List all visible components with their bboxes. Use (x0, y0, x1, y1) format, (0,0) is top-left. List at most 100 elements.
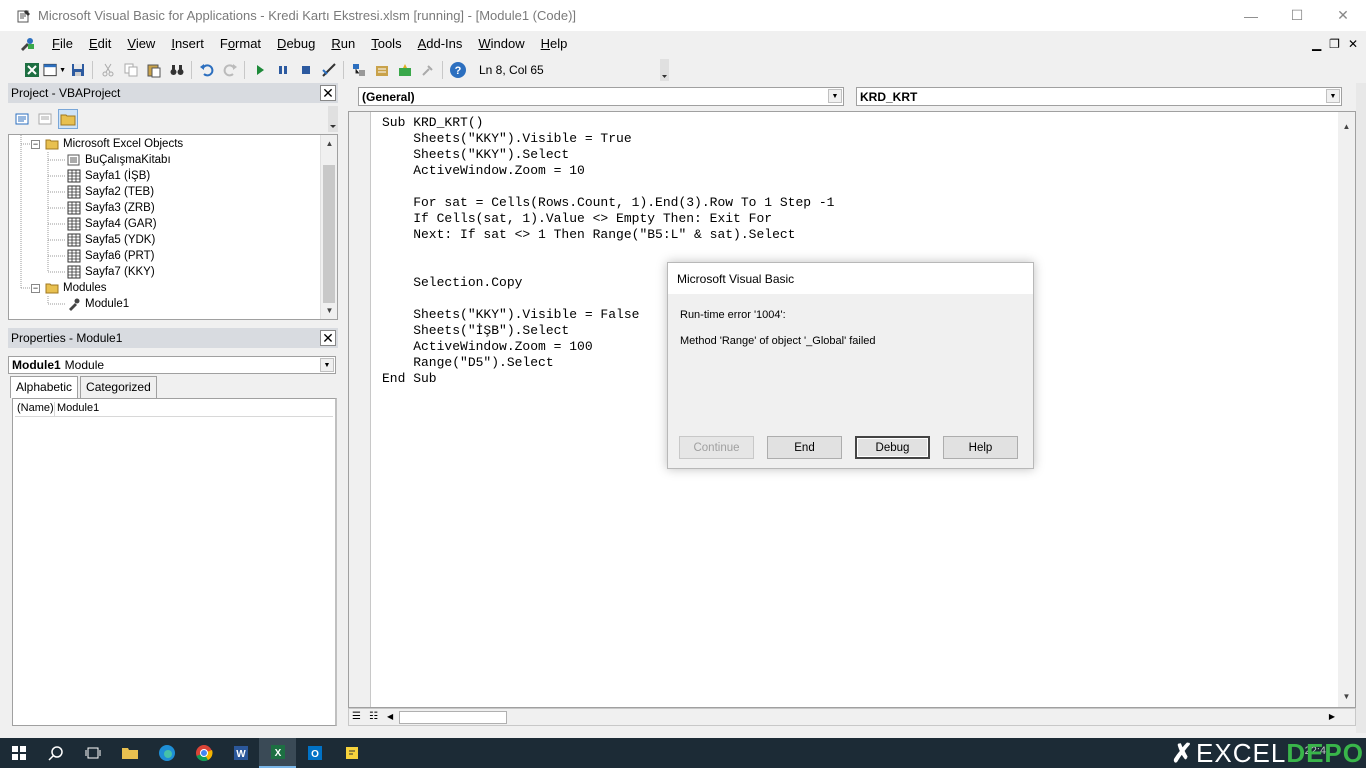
code-vertical-scrollbar[interactable]: ▲ ▼ (1338, 112, 1355, 707)
mdi-restore-button[interactable]: ❐ (1329, 37, 1340, 51)
file-explorer-button[interactable] (111, 738, 148, 768)
property-row[interactable]: (Name) Module1 (15, 402, 333, 417)
procedure-view-icon[interactable]: ☰ (352, 711, 361, 722)
code-line[interactable]: ActiveWindow.Zoom = 10 (382, 163, 834, 179)
code-line[interactable]: For sat = Cells(Rows.Count, 1).End(3).Ro… (382, 195, 834, 211)
project-explorer-button[interactable] (347, 59, 370, 81)
close-button[interactable]: ✕ (1320, 0, 1366, 31)
insert-module-button[interactable]: ▼ (43, 59, 66, 81)
paste-button[interactable] (142, 59, 165, 81)
code-line[interactable]: If Cells(sat, 1).Value <> Empty Then: Ex… (382, 211, 834, 227)
break-button[interactable] (271, 59, 294, 81)
menu-run[interactable]: Run (323, 31, 363, 57)
code-line[interactable]: Sheets("KKY").Select (382, 147, 834, 163)
code-horizontal-scrollbar[interactable]: ☰ ☷ ◀ ▶ (348, 708, 1356, 726)
help-button[interactable]: Help (943, 436, 1018, 459)
undo-button[interactable] (195, 59, 218, 81)
debug-button[interactable]: Debug (855, 436, 930, 459)
edge-button[interactable] (148, 738, 185, 768)
tree-item[interactable]: Sayfa7 (KKY) (67, 264, 155, 280)
copy-button[interactable] (119, 59, 142, 81)
mdi-minimize-button[interactable]: ▁ (1312, 37, 1321, 51)
cut-button[interactable] (96, 59, 119, 81)
toolbox-button[interactable] (416, 59, 439, 81)
pane-splitter[interactable] (340, 83, 348, 733)
scroll-down-icon[interactable]: ▼ (1338, 688, 1355, 705)
tree-item[interactable]: − Microsoft Excel Objects (31, 136, 183, 152)
search-button[interactable] (37, 738, 74, 768)
task-view-button[interactable] (74, 738, 111, 768)
tree-item[interactable]: Module1 (67, 296, 129, 312)
tree-item[interactable]: BuÇalışmaKitabı (67, 152, 171, 168)
tree-item[interactable]: Sayfa6 (PRT) (67, 248, 154, 264)
scroll-right-icon[interactable]: ▶ (1329, 712, 1335, 721)
redo-button[interactable] (218, 59, 241, 81)
tree-item[interactable]: Sayfa5 (YDK) (67, 232, 155, 248)
menu-add-ins[interactable]: Add-Ins (410, 31, 471, 57)
code-line[interactable] (382, 179, 834, 195)
outlook-button[interactable]: O (296, 738, 333, 768)
hscroll-thumb[interactable] (399, 711, 507, 724)
view-object-button[interactable] (35, 109, 55, 129)
tab-alphabetic[interactable]: Alphabetic (10, 376, 79, 398)
continue-button[interactable]: Continue (679, 436, 754, 459)
tab-categorized[interactable]: Categorized (80, 376, 157, 398)
menu-view[interactable]: View (119, 31, 163, 57)
menu-window[interactable]: Window (470, 31, 532, 57)
menu-file[interactable]: File (44, 31, 81, 57)
help-button[interactable]: ? (446, 59, 469, 81)
collapse-icon[interactable]: − (31, 283, 40, 293)
object-browser-button[interactable] (393, 59, 416, 81)
object-combo[interactable]: (General) ▼ (358, 87, 844, 106)
menu-format[interactable]: Format (212, 31, 269, 57)
start-button[interactable] (0, 738, 37, 768)
procedure-combo[interactable]: KRD_KRT ▼ (856, 87, 1342, 106)
code-line[interactable]: Next: If sat <> 1 Then Range("B5:L" & sa… (382, 227, 834, 243)
find-button[interactable] (165, 59, 188, 81)
scroll-down-icon[interactable]: ▼ (321, 302, 337, 319)
sticky-notes-button[interactable] (333, 738, 370, 768)
tree-item[interactable]: − Modules (31, 280, 106, 296)
excel-button[interactable]: X (259, 738, 296, 768)
scroll-left-icon[interactable]: ◀ (387, 712, 393, 721)
properties-window-button[interactable] (370, 59, 393, 81)
project-toolbar-options[interactable] (328, 106, 338, 132)
end-button[interactable]: End (767, 436, 842, 459)
menu-debug[interactable]: Debug (269, 31, 323, 57)
chrome-button[interactable] (185, 738, 222, 768)
menu-help[interactable]: Help (533, 31, 576, 57)
toolbar-options-icon[interactable] (659, 59, 669, 81)
project-close-button[interactable]: ✕ (320, 85, 336, 101)
collapse-icon[interactable]: − (31, 139, 40, 149)
object-dropdown[interactable]: Module1 Module ▼ (8, 356, 336, 374)
menu-tools[interactable]: Tools (363, 31, 409, 57)
tree-item[interactable]: Sayfa1 (İŞB) (67, 168, 150, 184)
view-excel-button[interactable] (20, 59, 43, 81)
scroll-up-icon[interactable]: ▲ (1338, 118, 1355, 135)
chevron-down-icon[interactable]: ▼ (320, 358, 334, 372)
toggle-folders-button[interactable] (58, 109, 78, 129)
scroll-up-icon[interactable]: ▲ (321, 135, 337, 152)
menu-insert[interactable]: Insert (163, 31, 212, 57)
menu-edit[interactable]: Edit (81, 31, 119, 57)
code-line[interactable]: Sheets("KKY").Visible = True (382, 131, 834, 147)
mdi-close-button[interactable]: ✕ (1348, 37, 1358, 51)
code-line[interactable] (382, 243, 834, 259)
maximize-button[interactable]: ☐ (1274, 0, 1320, 31)
chevron-down-icon[interactable]: ▼ (828, 89, 842, 103)
project-tree-scrollbar[interactable]: ▲ ▼ (320, 135, 337, 319)
properties-close-button[interactable]: ✕ (320, 330, 336, 346)
minimize-button[interactable]: — (1228, 0, 1274, 31)
scroll-thumb[interactable] (323, 165, 335, 303)
full-module-view-icon[interactable]: ☷ (369, 711, 378, 722)
margin-indicator-bar[interactable] (349, 112, 371, 707)
design-mode-button[interactable] (317, 59, 340, 81)
property-value[interactable]: Module1 (55, 402, 99, 416)
save-button[interactable] (66, 59, 89, 81)
tree-item[interactable]: Sayfa2 (TEB) (67, 184, 154, 200)
chevron-down-icon[interactable]: ▼ (1326, 89, 1340, 103)
code-line[interactable]: Sub KRD_KRT() (382, 115, 834, 131)
tree-item[interactable]: Sayfa4 (GAR) (67, 216, 157, 232)
reset-button[interactable] (294, 59, 317, 81)
tree-item[interactable]: Sayfa3 (ZRB) (67, 200, 155, 216)
